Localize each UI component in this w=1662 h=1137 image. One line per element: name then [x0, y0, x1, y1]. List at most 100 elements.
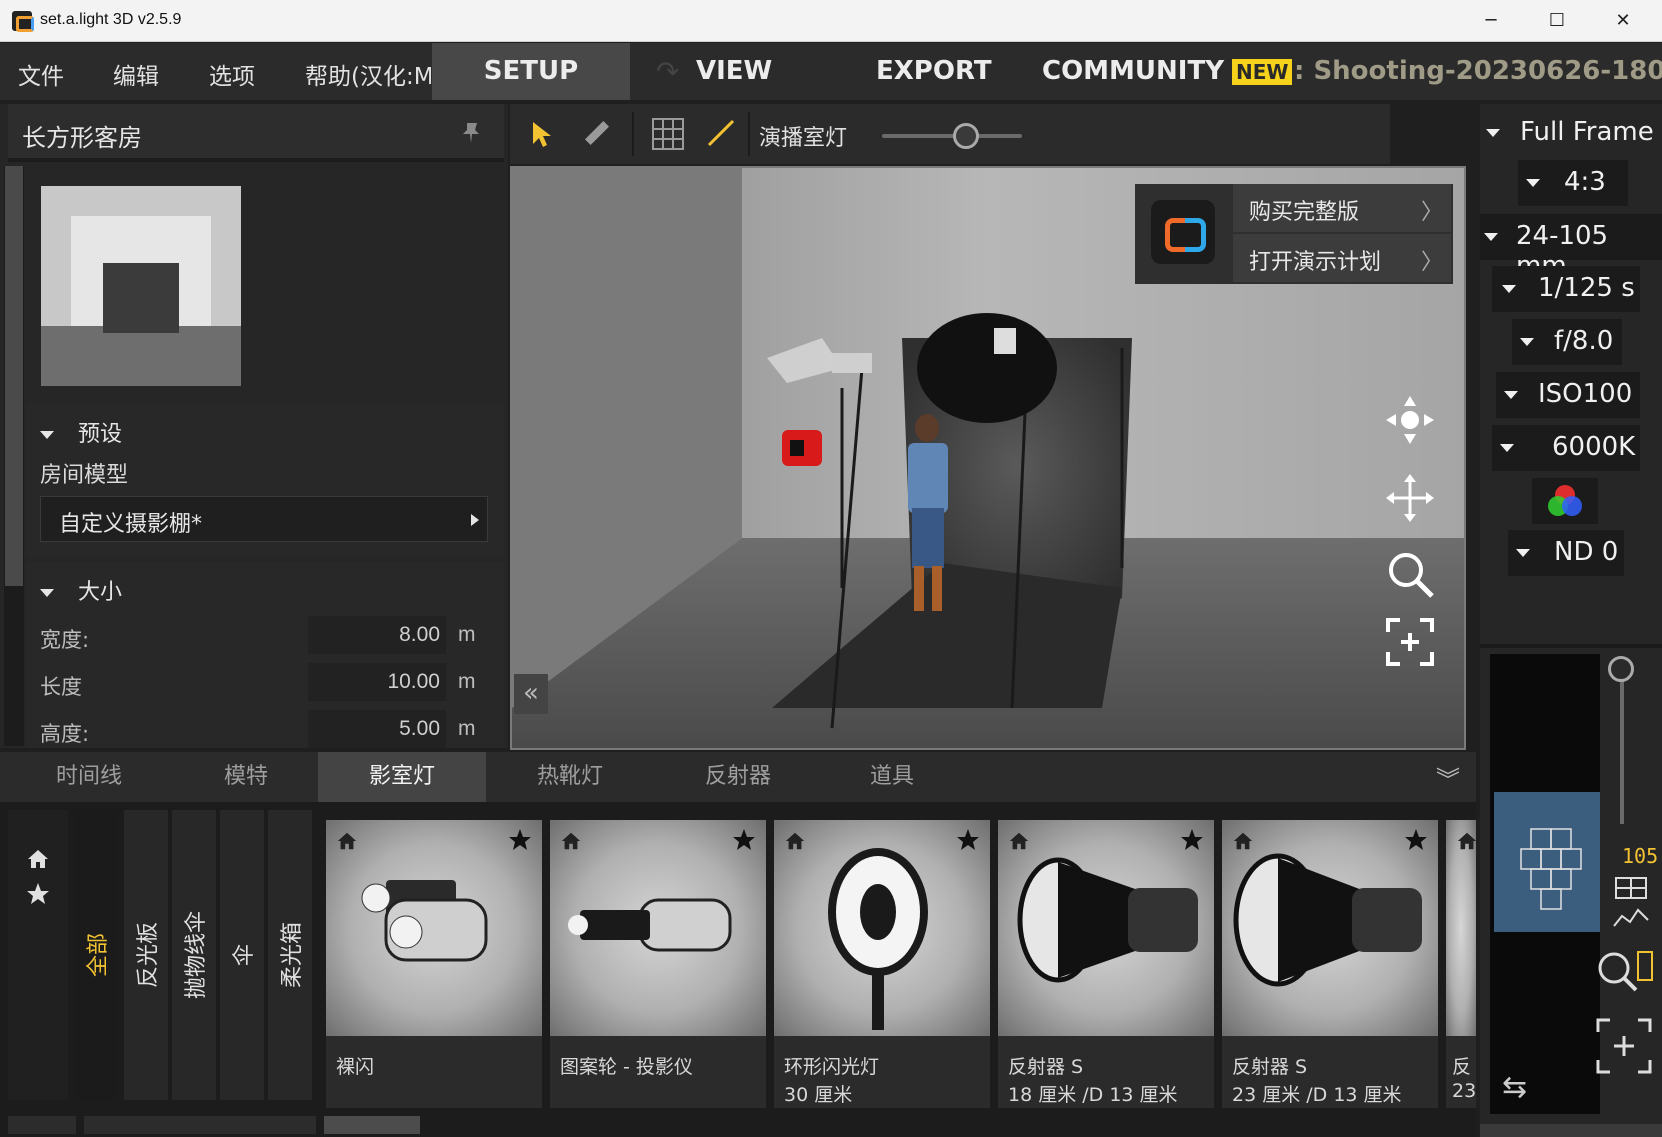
- preset-section-toggle[interactable]: 预设: [40, 416, 122, 448]
- collapse-left-panel-button[interactable]: «: [514, 674, 548, 714]
- right-panel-scrollbar[interactable]: [1480, 1124, 1662, 1137]
- preview-zoom-icon[interactable]: [1594, 946, 1656, 1006]
- category-umbrella-label: 伞: [232, 943, 257, 967]
- category-parabolic-umbrella[interactable]: 抛物线伞: [172, 810, 216, 1100]
- menu-edit[interactable]: 编辑: [113, 57, 159, 91]
- library-item[interactable]: 环形闪光灯 30 厘米: [774, 820, 990, 1108]
- camera-preview[interactable]: ⇆: [1490, 654, 1600, 1114]
- studio-light-slider[interactable]: [882, 134, 1022, 138]
- lens-dropdown[interactable]: 24-105 mm: [1480, 214, 1662, 281]
- tab-models[interactable]: 模特: [178, 752, 314, 802]
- maximize-button[interactable]: ☐: [1534, 6, 1580, 36]
- menu-options[interactable]: 选项: [209, 57, 255, 91]
- swap-arrows-icon[interactable]: ⇆: [1502, 1070, 1527, 1105]
- length-field[interactable]: 10.00: [308, 663, 446, 701]
- frame-fit-icon[interactable]: [1384, 616, 1436, 668]
- tab-reflectors[interactable]: 反射器: [654, 752, 822, 802]
- room-thumbnail[interactable]: [41, 186, 241, 386]
- white-balance-value: 6000K: [1552, 432, 1636, 462]
- tab-community[interactable]: COMMUNITY: [1042, 43, 1224, 100]
- item-detail: 23 厘米 /D 13 厘米: [1232, 1084, 1402, 1106]
- white-balance-dropdown[interactable]: 6000K: [1492, 425, 1640, 471]
- grid-icon[interactable]: [652, 118, 684, 150]
- favorite-star-icon[interactable]: [508, 828, 532, 852]
- favorite-star-icon[interactable]: [1404, 828, 1428, 852]
- focal-length-slider-knob[interactable]: [1608, 656, 1634, 682]
- collapse-library-icon[interactable]: ︾: [1436, 760, 1460, 795]
- library-item[interactable]: 反射器 S 23 厘米 /D 13 厘米: [1222, 820, 1438, 1108]
- library-scrollbar[interactable]: [8, 1114, 1476, 1134]
- width-label: 宽度:: [40, 628, 90, 652]
- dropdown-triangle-icon: [1516, 549, 1530, 557]
- panel-scroll-thumb[interactable]: [5, 166, 23, 586]
- bare-flash-image: [361, 880, 488, 962]
- aperture-value: f/8.0: [1554, 326, 1614, 356]
- pan-move-icon[interactable]: [1384, 472, 1436, 524]
- tab-timeline[interactable]: 时间线: [0, 752, 178, 802]
- open-demo-plan-button[interactable]: 打开演示计划 〉: [1233, 234, 1451, 282]
- category-reflector-board[interactable]: 反光板: [124, 810, 168, 1100]
- library-scroll-thumb[interactable]: [324, 1116, 420, 1134]
- color-filter-button[interactable]: [1532, 478, 1598, 524]
- category-umbrella[interactable]: 伞: [220, 810, 264, 1100]
- room-model-dropdown[interactable]: 自定义摄影棚*: [40, 496, 488, 542]
- shutter-dropdown[interactable]: 1/125 s: [1492, 266, 1640, 312]
- room-panel: 长方形客房 预设 房间模型 自定义摄影棚* 大小 宽度: 8.00 m 长度 1…: [0, 104, 508, 748]
- height-field[interactable]: 5.00: [308, 710, 446, 748]
- item-image: [1222, 820, 1438, 1036]
- layout-tools-icon[interactable]: [1606, 876, 1656, 936]
- width-field[interactable]: 8.00: [308, 616, 446, 654]
- home-icon: [1233, 832, 1253, 850]
- window-title: set.a.light 3D v2.5.9: [40, 11, 182, 28]
- viewport-toolbar: 演播室灯: [510, 104, 1390, 164]
- favorites-star-icon[interactable]: [26, 882, 50, 906]
- orbit-icon[interactable]: [1384, 394, 1436, 446]
- setalight-logo-icon: [1151, 200, 1215, 264]
- home-filter-icon[interactable]: [26, 848, 50, 870]
- tab-studio-lights[interactable]: 影室灯: [318, 752, 486, 802]
- minimize-button[interactable]: ─: [1468, 6, 1514, 36]
- preview-fit-icon[interactable]: [1594, 1016, 1654, 1076]
- item-name: 反: [1452, 1056, 1472, 1078]
- iso-dropdown[interactable]: ISO100: [1496, 372, 1640, 418]
- tab-setup[interactable]: SETUP: [432, 43, 630, 100]
- preset-section-title: 预设: [78, 422, 123, 447]
- category-reflector-board-label: 反光板: [136, 921, 161, 989]
- nd-filter-dropdown[interactable]: ND 0: [1508, 530, 1624, 576]
- category-softbox[interactable]: 柔光箱: [268, 810, 312, 1100]
- length-value: 10.00: [387, 670, 440, 693]
- sensor-value: Full Frame: [1520, 117, 1654, 147]
- buy-full-version-button[interactable]: 购买完整版 〉: [1233, 184, 1451, 232]
- measure-ruler-icon[interactable]: [582, 118, 612, 148]
- item-image: [774, 820, 990, 1036]
- menu-file[interactable]: 文件: [18, 57, 64, 91]
- pin-icon[interactable]: [462, 122, 480, 144]
- library-item[interactable]: 反 23: [1446, 820, 1476, 1108]
- library-item[interactable]: 图案轮 - 投影仪: [550, 820, 766, 1108]
- library-item[interactable]: 反射器 S 18 厘米 /D 13 厘米: [998, 820, 1214, 1108]
- menu-help[interactable]: 帮助(汉化:M: [305, 57, 431, 91]
- size-section-toggle[interactable]: 大小: [40, 574, 122, 606]
- zoom-magnifier-icon[interactable]: [1384, 548, 1436, 600]
- close-button[interactable]: ✕: [1600, 6, 1646, 36]
- sensor-dropdown[interactable]: Full Frame: [1480, 110, 1662, 156]
- tab-export[interactable]: EXPORT: [876, 43, 992, 100]
- favorite-star-icon[interactable]: [1180, 828, 1204, 852]
- tab-speedlights[interactable]: 热靴灯: [486, 752, 654, 802]
- category-all[interactable]: 全部: [74, 810, 118, 1100]
- draw-line-icon[interactable]: [706, 118, 736, 148]
- aperture-dropdown[interactable]: f/8.0: [1512, 319, 1622, 365]
- aspect-dropdown[interactable]: 4:3: [1518, 160, 1628, 206]
- favorite-star-icon[interactable]: [732, 828, 756, 852]
- studio-light-slider-knob[interactable]: [953, 123, 979, 149]
- select-arrow-icon[interactable]: [530, 120, 552, 148]
- tab-view[interactable]: VIEW: [696, 43, 772, 100]
- tab-props[interactable]: 道具: [822, 752, 962, 802]
- home-icon: [337, 832, 357, 850]
- library-item[interactable]: 裸闪: [326, 820, 542, 1108]
- library-tabs: 时间线 模特 影室灯 热靴灯 反射器 道具 ︾: [0, 752, 1476, 802]
- size-section-title: 大小: [78, 580, 123, 605]
- favorite-star-icon[interactable]: [956, 828, 980, 852]
- focal-length-slider[interactable]: [1620, 664, 1624, 824]
- 3d-viewport[interactable]: « 购买完整版 〉 打开演示计划 〉: [510, 166, 1466, 750]
